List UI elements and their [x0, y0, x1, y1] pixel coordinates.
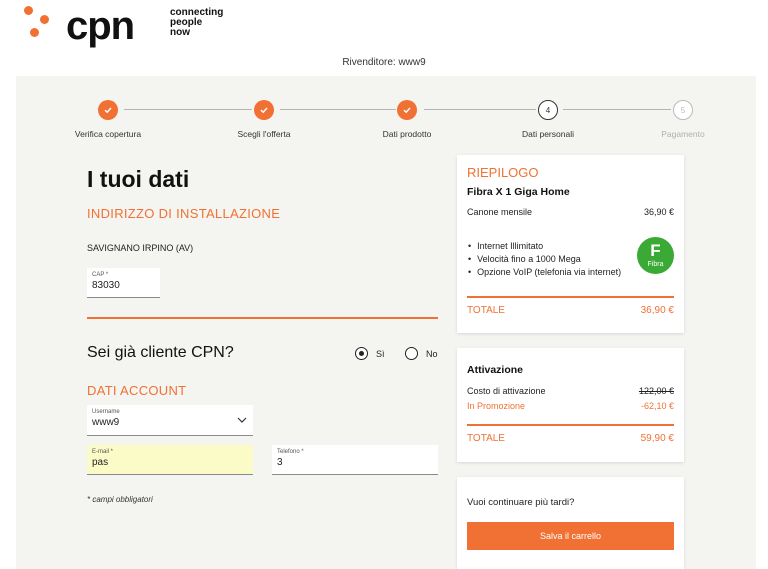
summary-total-label: TOTALE	[467, 305, 505, 316]
promo-value: -62,10 €	[640, 401, 674, 411]
reseller-label: Rivenditore: www9	[342, 57, 426, 68]
monthly-fee-value: 36,90 €	[643, 207, 674, 217]
cap-field[interactable]: CAP * 83030	[87, 268, 160, 298]
step-label-prodotto[interactable]: Dati prodotto	[347, 129, 467, 139]
activation-title: Attivazione	[467, 364, 524, 376]
radio-no-label: No	[426, 348, 438, 359]
step-connector	[424, 109, 536, 110]
activation-total-value: 59,90 €	[640, 433, 674, 444]
step-1-check-icon	[98, 100, 118, 120]
offer-features: Internet Illimitato Velocità fino a 1000…	[468, 240, 621, 279]
install-address: SAVIGNANO IRPINO (AV)	[87, 243, 194, 253]
page-title: I tuoi dati	[87, 166, 190, 192]
step-3-check-icon	[397, 100, 417, 120]
feature-item: Velocità fino a 1000 Mega	[468, 253, 621, 266]
username-select[interactable]: Username www9	[87, 405, 253, 436]
email-label: E-mail *	[92, 449, 114, 455]
offer-name: Fibra X 1 Giga Home	[467, 186, 570, 198]
logo-dot	[40, 15, 49, 24]
feature-item: Opzione VoIP (telefonia via internet)	[468, 266, 621, 279]
radio-no-indicator[interactable]	[405, 347, 418, 360]
monthly-fee-label: Canone mensile	[467, 207, 533, 217]
summary-total-value: 36,90 €	[640, 305, 674, 316]
install-address-heading: INDIRIZZO DI INSTALLAZIONE	[87, 206, 281, 221]
step-label-verifica[interactable]: Verifica copertura	[48, 129, 168, 139]
step-label-personali: Dati personali	[522, 129, 574, 139]
feature-item: Internet Illimitato	[468, 240, 621, 253]
phone-label: Telefono *	[277, 449, 304, 455]
radio-yes-indicator[interactable]	[355, 347, 368, 360]
step-5-number: 5	[673, 100, 693, 120]
step-2-check-icon	[254, 100, 274, 120]
required-fields-note: * campi obbligatori	[87, 495, 153, 504]
activation-divider	[467, 424, 674, 426]
logo-tagline: connecting people now	[170, 8, 250, 38]
activation-cost-label: Costo di attivazione	[467, 386, 546, 396]
logo-word: cpn	[66, 4, 135, 48]
account-heading: DATI ACCOUNT	[87, 383, 187, 398]
radio-yes[interactable]: Sì	[355, 347, 385, 360]
username-value: www9	[92, 417, 120, 428]
phone-value: 3	[277, 457, 283, 468]
chevron-down-icon[interactable]	[237, 415, 247, 426]
activation-cost-value: 122,00 €	[638, 386, 674, 396]
continue-later-question: Vuoi continuare più tardi?	[467, 497, 575, 508]
cap-label: CAP *	[92, 272, 109, 278]
radio-no[interactable]: No	[405, 347, 438, 360]
step-4-number: 4	[538, 100, 558, 120]
email-value: pas	[92, 457, 109, 468]
tagline-line: now	[170, 27, 190, 38]
promo-label: In Promozione	[467, 401, 526, 411]
radio-yes-label: Sì	[376, 348, 385, 359]
phone-field[interactable]: Telefono * 3	[272, 445, 438, 475]
username-label: Username	[92, 409, 120, 415]
step-label-offerta[interactable]: Scegli l'offerta	[204, 129, 324, 139]
existing-client-question: Sei già cliente CPN?	[87, 344, 234, 361]
badge-letter: F	[650, 241, 661, 260]
save-cart-button[interactable]: Salva il carrello	[467, 522, 674, 550]
badge-text: Fibra	[647, 261, 664, 268]
logo-dot	[24, 6, 33, 15]
cap-value: 83030	[92, 280, 120, 291]
step-connector	[280, 109, 396, 110]
step-connector	[124, 109, 252, 110]
page: cpn connecting people now Rivenditore: w…	[0, 0, 768, 569]
step-connector	[563, 109, 671, 110]
step-label-pagamento: Pagamento	[661, 129, 705, 139]
logo-dot	[30, 28, 39, 37]
section-divider	[87, 317, 438, 319]
summary-title: RIEPILOGO	[467, 165, 539, 180]
cpn-logo[interactable]: cpn connecting people now	[24, 4, 244, 48]
activation-total-label: TOTALE	[467, 433, 505, 444]
summary-divider	[467, 296, 674, 298]
email-field[interactable]: E-mail * pas	[87, 445, 253, 475]
fibra-badge-icon: F Fibra	[637, 237, 674, 274]
